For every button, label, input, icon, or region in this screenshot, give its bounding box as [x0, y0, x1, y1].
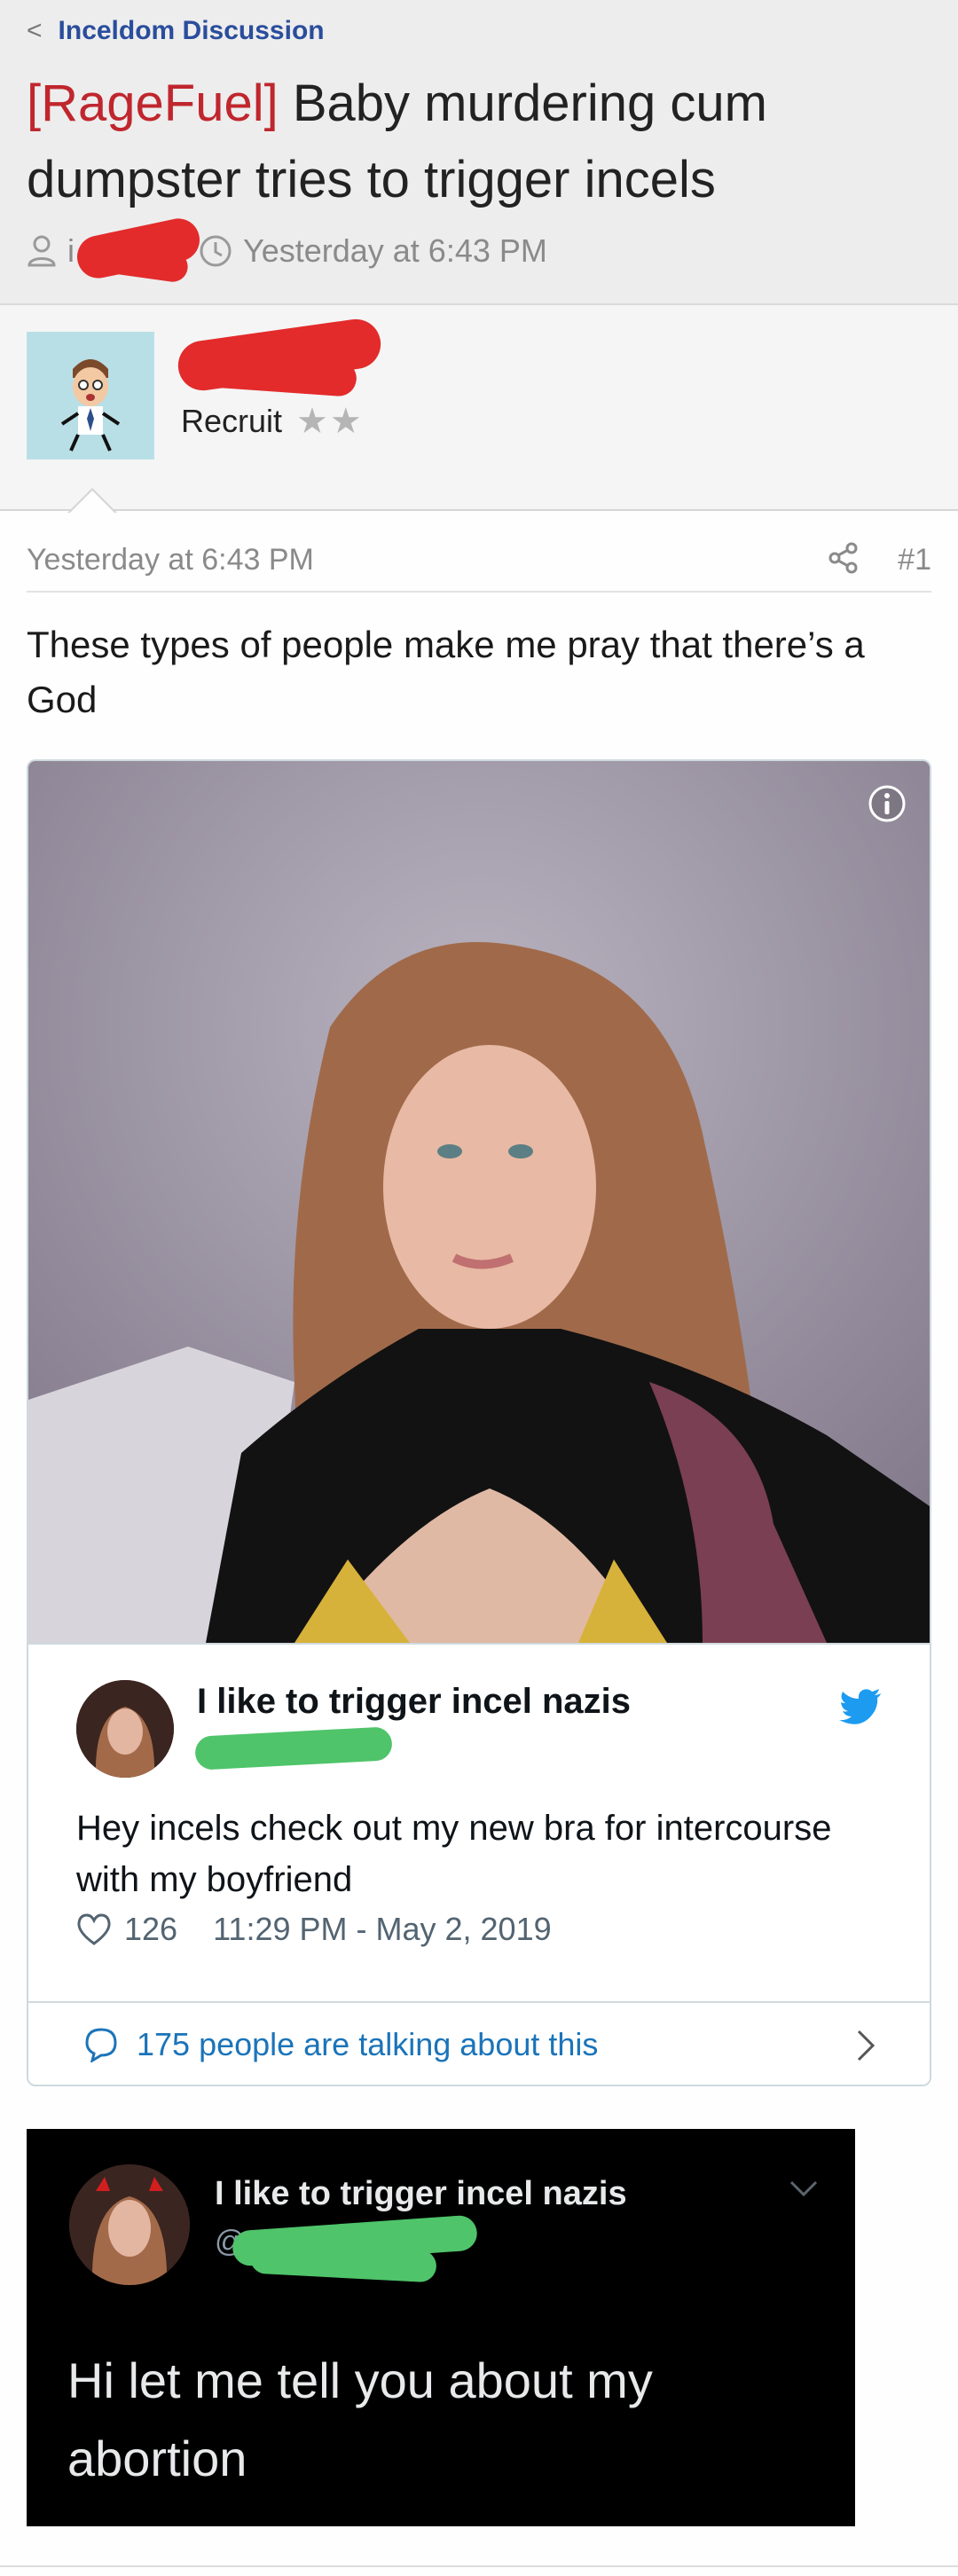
- chevron-down-icon: [789, 2180, 818, 2197]
- thread-prefix[interactable]: [RageFuel]: [27, 75, 279, 132]
- tweet-footer: 126 11:29 PM - May 2, 2019: [76, 1911, 552, 1948]
- tweet-author-avatar[interactable]: [76, 1680, 174, 1778]
- tweet-timestamp[interactable]: 11:29 PM - May 2, 2019: [213, 1911, 552, 1948]
- avatar[interactable]: [27, 332, 154, 459]
- post-body: These types of people make me pray that …: [27, 624, 865, 720]
- tweet-body: I like to trigger incel nazis Hey incels…: [28, 1643, 930, 2001]
- dark-tweet-screenshot: I like to trigger incel nazis @ Hi let m…: [27, 2129, 855, 2526]
- chevron-left-icon: <: [27, 16, 43, 45]
- post-number[interactable]: #1: [898, 543, 931, 577]
- divider: [0, 2565, 958, 2567]
- user-rank: Recruit ★★: [181, 401, 364, 442]
- tweet-photo[interactable]: [28, 761, 930, 1643]
- thread-time[interactable]: Yesterday at 6:43 PM: [243, 232, 547, 270]
- conversation-link[interactable]: 175 people are talking about this: [28, 2001, 930, 2085]
- breadcrumb-forum-link[interactable]: Inceldom Discussion: [59, 16, 325, 46]
- speech-bubble-icon: [85, 2028, 117, 2062]
- conversation-label[interactable]: 175 people are talking about this: [137, 2026, 598, 2063]
- tweet-display-name[interactable]: I like to trigger incel nazis: [197, 1682, 631, 1722]
- dark-tweet-text: Hi let me tell you about my abortion: [67, 2352, 653, 2486]
- post-author-block: Recruit ★★: [0, 305, 958, 511]
- cartoon-man-avatar: [27, 332, 154, 459]
- heart-icon[interactable]: [76, 1913, 112, 1945]
- breadcrumb[interactable]: < Inceldom Discussion: [27, 16, 325, 46]
- share-icon[interactable]: [827, 541, 860, 583]
- like-count[interactable]: 126: [124, 1911, 177, 1948]
- author-pointer: [67, 488, 117, 514]
- post-time[interactable]: Yesterday at 6:43 PM: [27, 543, 314, 577]
- chevron-right-icon[interactable]: [855, 2028, 876, 2063]
- tweet-text: Hey incels check out my new bra for inte…: [76, 1809, 832, 1899]
- user-icon: [27, 235, 56, 267]
- thread-header: < Inceldom Discussion [RageFuel] Baby mu…: [0, 0, 958, 305]
- thread-author[interactable]: i: [67, 232, 75, 270]
- tweet-embed[interactable]: I like to trigger incel nazis Hey incels…: [27, 759, 931, 2086]
- rank-stars-icon: ★★: [296, 402, 364, 441]
- page-title: [RageFuel] Baby murdering cum dumpster t…: [27, 66, 923, 218]
- rank-label: Recruit: [181, 403, 283, 439]
- clock-icon: [200, 235, 232, 267]
- dark-tweet-display-name: I like to trigger incel nazis: [215, 2175, 627, 2212]
- post-meta: Yesterday at 6:43 PM #1: [27, 539, 931, 593]
- redaction-mark: [194, 1726, 393, 1771]
- info-icon[interactable]: [868, 784, 907, 828]
- twitter-bird-icon[interactable]: [839, 1689, 882, 1729]
- selfie-image: [28, 761, 930, 1643]
- dark-tweet-avatar: [69, 2164, 190, 2285]
